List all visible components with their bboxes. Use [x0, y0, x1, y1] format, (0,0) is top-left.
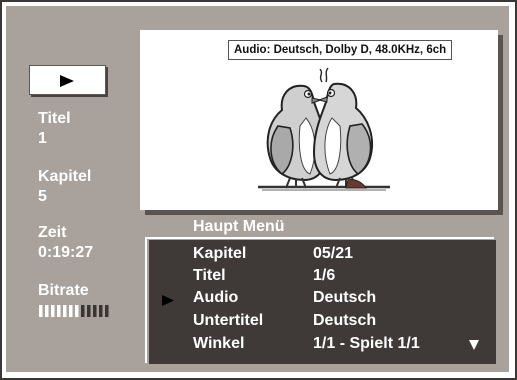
- bitrate-meter: [39, 305, 109, 317]
- audio-info-badge: Audio: Deutsch, Dolby D, 48.0KHz, 6ch: [228, 40, 453, 60]
- bitrate-tick: [63, 305, 67, 317]
- pigeons-illustration: [258, 67, 390, 191]
- menu-row-value: Deutsch: [313, 289, 377, 306]
- bitrate-tick: [51, 305, 55, 317]
- menu-row-titel[interactable]: Titel 1/6: [145, 266, 494, 288]
- menu-row-label: Titel: [193, 267, 226, 284]
- menu-row-audio[interactable]: Audio Deutsch: [145, 288, 494, 310]
- menu-row-value: Deutsch: [313, 312, 377, 329]
- scroll-down-icon[interactable]: [469, 340, 479, 350]
- bitrate-tick: [81, 305, 85, 317]
- menu-row-label: Audio: [193, 289, 239, 306]
- chapter-label: Kapitel: [38, 168, 92, 185]
- playback-status-box: [29, 65, 106, 95]
- bitrate-tick: [99, 305, 103, 317]
- time-value: 0:19:27: [38, 244, 94, 261]
- bitrate-tick: [45, 305, 49, 317]
- bitrate-tick: [93, 305, 97, 317]
- bitrate-tick: [87, 305, 91, 317]
- menu-row-winkel[interactable]: Winkel 1/1 - Spielt 1/1: [145, 334, 494, 356]
- selection-cursor-icon: [162, 293, 174, 311]
- bitrate-tick: [105, 305, 109, 317]
- bitrate-label: Bitrate: [38, 282, 89, 299]
- menu-row-label: Kapitel: [193, 245, 247, 262]
- bitrate-tick: [39, 305, 43, 317]
- menu-row-value: 1/1 - Spielt 1/1: [313, 335, 420, 352]
- menu-row-label: Winkel: [193, 335, 245, 352]
- title-label: Titel: [38, 110, 71, 127]
- menu-row-value: 05/21: [313, 245, 354, 262]
- chapter-value: 5: [38, 188, 47, 205]
- menu-row-untertitel[interactable]: Untertitel Deutsch: [145, 311, 494, 333]
- bitrate-tick: [69, 305, 73, 317]
- menu-row-value: 1/6: [313, 267, 336, 284]
- bitrate-tick: [75, 305, 79, 317]
- menu-row-label: Untertitel: [193, 312, 264, 329]
- menu-title: Haupt Menü: [193, 218, 285, 235]
- time-label: Zeit: [38, 224, 67, 241]
- bitrate-tick: [57, 305, 61, 317]
- title-value: 1: [38, 130, 47, 147]
- play-icon: [60, 75, 74, 87]
- menu-row-kapitel[interactable]: Kapitel 05/21: [145, 244, 494, 266]
